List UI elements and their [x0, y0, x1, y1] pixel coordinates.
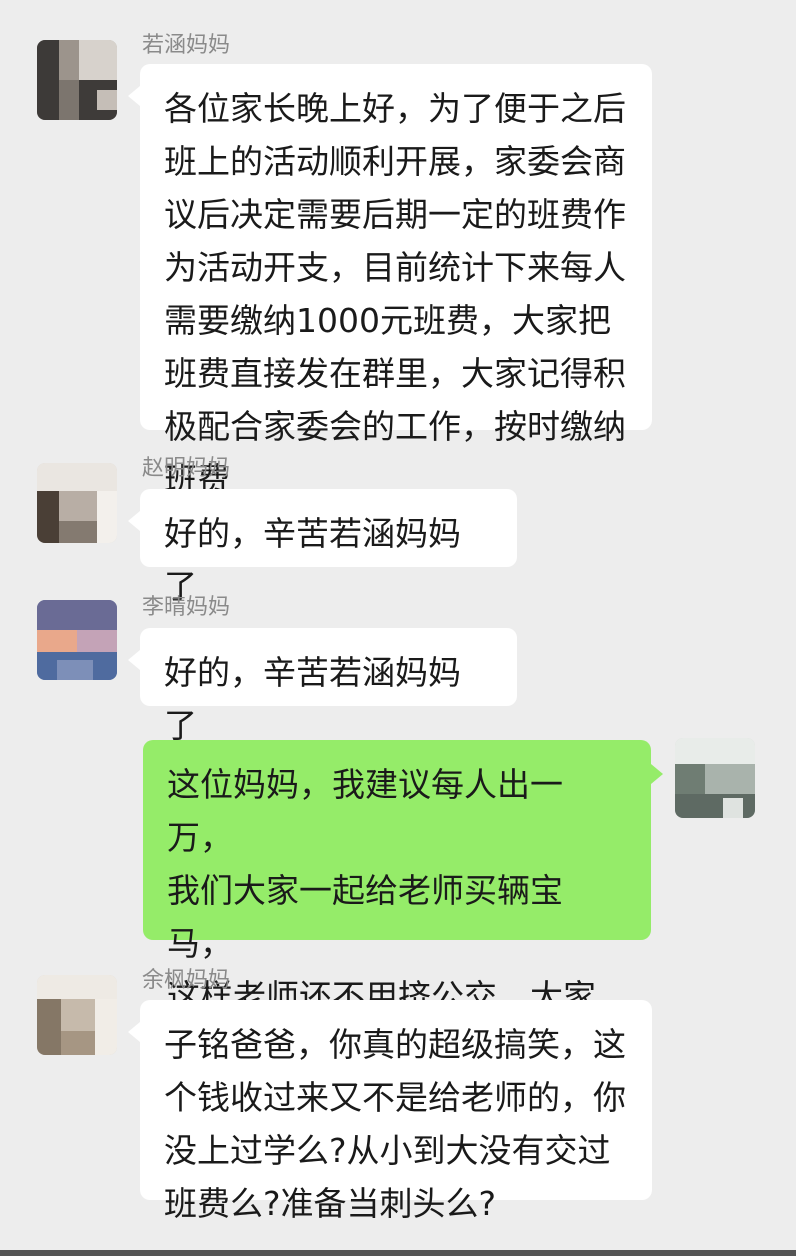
bubble-tail: [651, 764, 663, 784]
bubble-tail: [128, 511, 140, 531]
message-bubble[interactable]: 好的，辛苦若涵妈妈了: [140, 489, 517, 606]
avatar[interactable]: [37, 463, 117, 543]
message-bubble[interactable]: 好的，辛苦若涵妈妈了: [140, 628, 517, 745]
chat-message-list[interactable]: 若涵妈妈 各位家长晚上好，为了便于之后 班上的活动顺利开展，家委会商 议后决定需…: [0, 0, 796, 1256]
bubble-tail: [128, 650, 140, 670]
bubble-tail: [128, 86, 140, 106]
avatar[interactable]: [37, 975, 117, 1055]
message-bubble[interactable]: 子铭爸爸，你真的超级搞笑，这 个钱收过来又不是给老师的，你 没上过学么?从小到大…: [140, 1000, 652, 1223]
sender-name: 李晴妈妈: [142, 595, 231, 620]
avatar[interactable]: [675, 738, 755, 818]
bottom-divider: [0, 1250, 796, 1256]
sender-name: 若涵妈妈: [142, 33, 231, 58]
sender-name: 余枫妈妈: [142, 968, 231, 993]
outgoing-message-bubble[interactable]: 这位妈妈，我建议每人出一万， 我们大家一起给老师买辆宝马， 这样老师还不用挤公交…: [143, 740, 651, 1122]
bubble-tail: [128, 1022, 140, 1042]
message-bubble[interactable]: 各位家长晚上好，为了便于之后 班上的活动顺利开展，家委会商 议后决定需要后期一定…: [140, 64, 652, 499]
avatar[interactable]: [37, 600, 117, 680]
sender-name: 赵明妈妈: [142, 456, 231, 481]
avatar[interactable]: [37, 40, 117, 120]
